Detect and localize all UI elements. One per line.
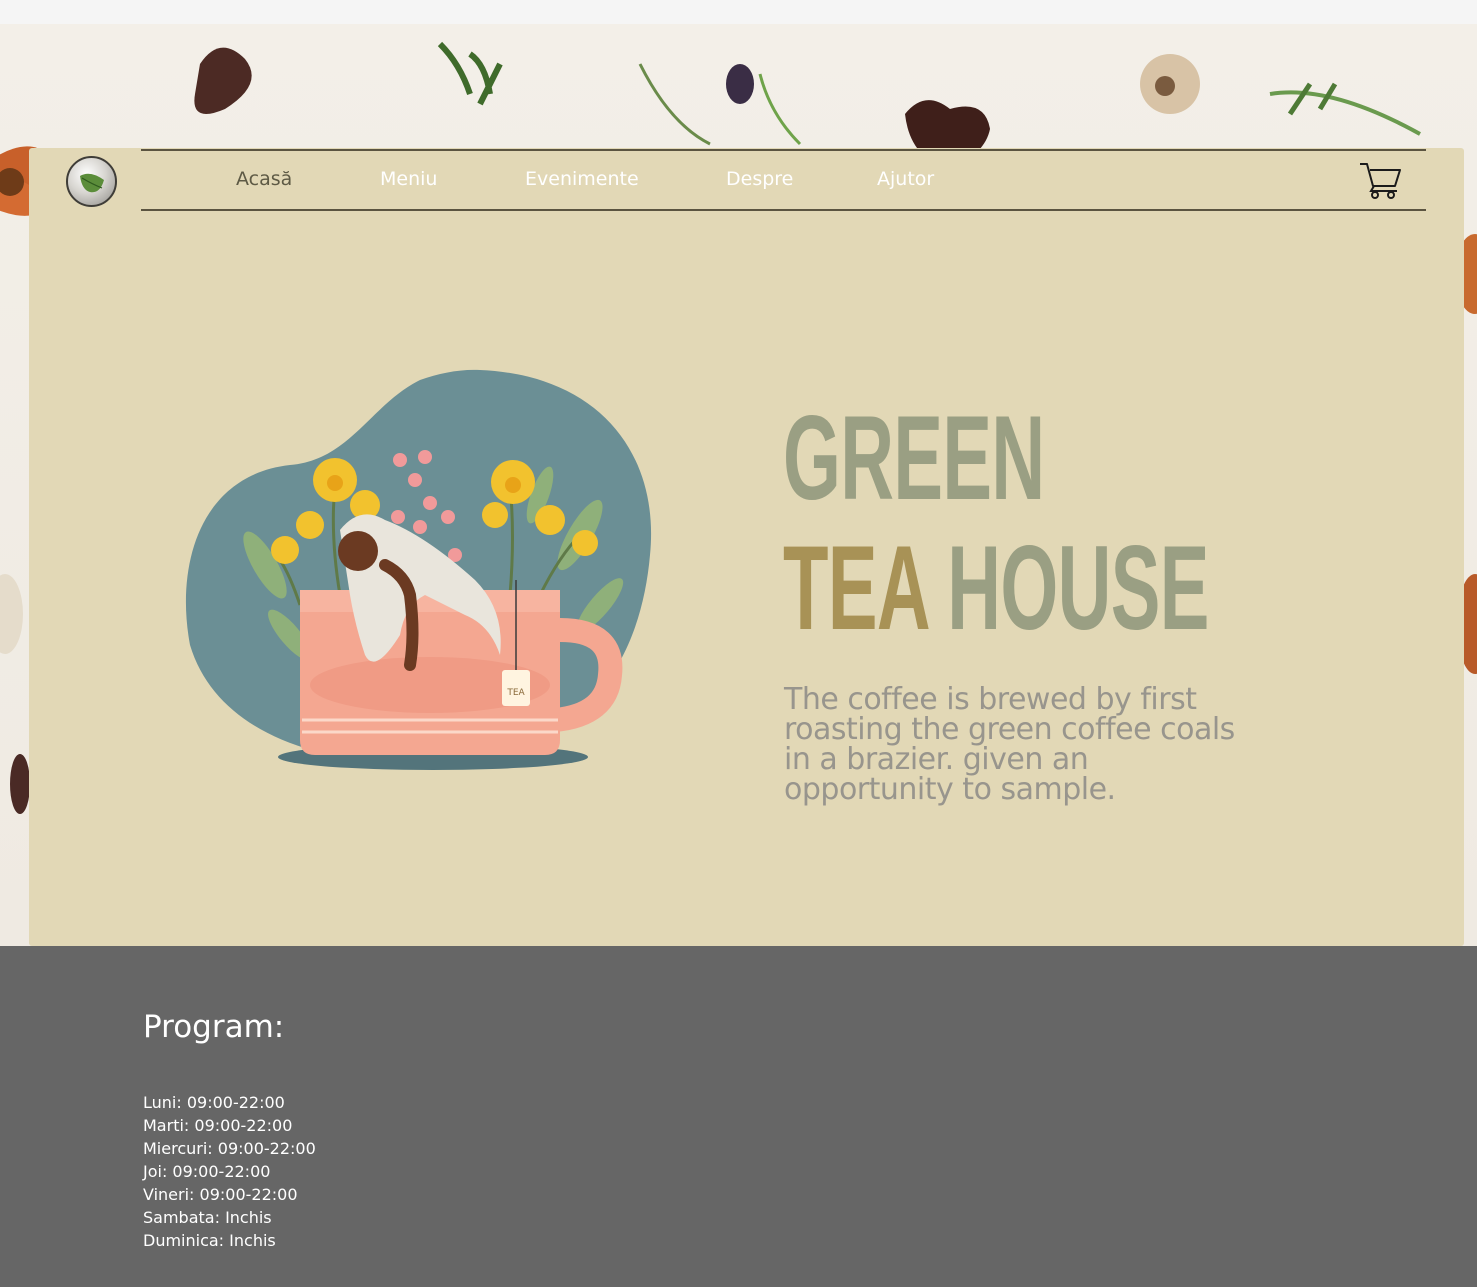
top-strip [0, 0, 1477, 24]
logo[interactable] [66, 156, 117, 207]
schedule-item: Vineri: 09:00-22:00 [143, 1185, 298, 1204]
leaf-icon [80, 173, 104, 193]
hero-title-line2: TEA HOUSE [783, 528, 1209, 648]
hero-title-tea: TEA [783, 521, 928, 655]
shopping-cart-icon [1360, 163, 1401, 199]
schedule-item: Luni: 09:00-22:00 [143, 1093, 285, 1112]
nav-item-ajutor[interactable]: Ajutor [877, 168, 934, 190]
cart-button[interactable] [1358, 160, 1404, 200]
nav-item-despre[interactable]: Despre [726, 168, 793, 190]
schedule-item: Marti: 09:00-22:00 [143, 1116, 293, 1135]
schedule-list: Luni: 09:00-22:00 Marti: 09:00-22:00 Mie… [143, 1091, 316, 1252]
schedule-item: Duminica: Inchis [143, 1231, 276, 1250]
hero-title-line1: GREEN [783, 391, 1045, 525]
schedule-title: Program: [143, 1009, 285, 1045]
schedule-item: Joi: 09:00-22:00 [143, 1162, 271, 1181]
hero-description: The coffee is brewed by first roasting t… [784, 682, 1235, 807]
nav-item-evenimente[interactable]: Evenimente [525, 168, 639, 190]
schedule-item: Miercuri: 09:00-22:00 [143, 1139, 316, 1158]
hero-title-house: HOUSE [947, 521, 1209, 655]
nav-item-meniu[interactable]: Meniu [380, 168, 437, 190]
tea-bag-tag: TEA [506, 688, 525, 698]
tea-cup-illustration: TEA [180, 365, 660, 775]
schedule-item: Sambata: Inchis [143, 1208, 272, 1227]
nav-item-acasa[interactable]: Acasă [236, 168, 292, 190]
